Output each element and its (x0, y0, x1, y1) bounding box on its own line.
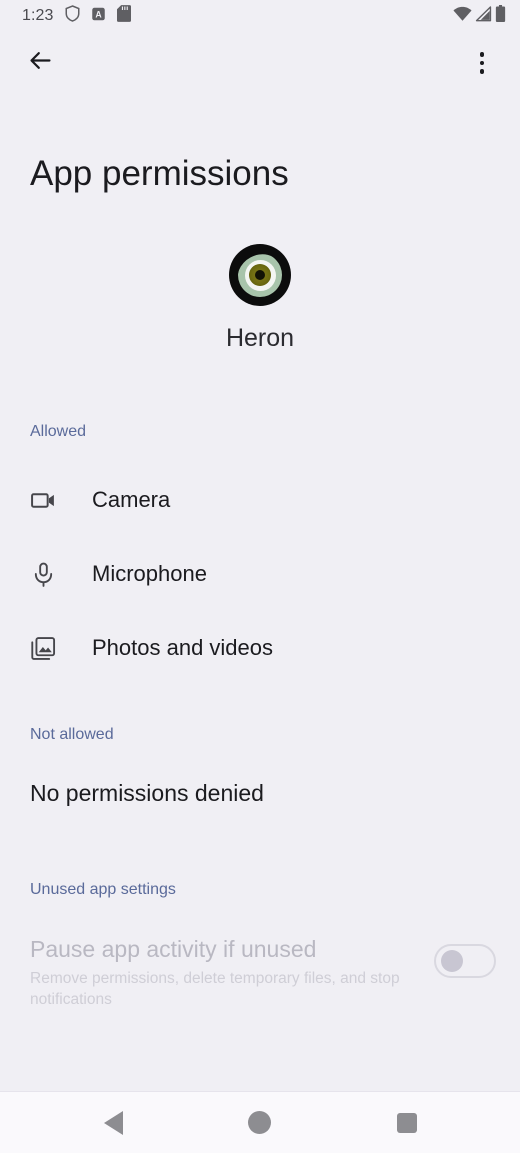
svg-text:A: A (95, 9, 102, 19)
cellular-signal-icon (475, 5, 492, 27)
phone-screen: 1:23 A App permissions Heron Allowed Cam… (0, 0, 520, 1153)
sd-card-icon (116, 5, 131, 27)
nav-back-button[interactable] (83, 1100, 143, 1146)
battery-icon (495, 5, 506, 27)
permission-label: Photos and videos (92, 635, 274, 661)
spacer-not-allowed (0, 673, 520, 726)
videocam-icon (30, 487, 60, 514)
back-button[interactable] (18, 41, 62, 85)
permission-row-microphone[interactable]: Microphone (0, 549, 520, 599)
pause-app-activity-title: Pause app activity if unused (30, 936, 317, 963)
recents-square-icon (396, 1112, 417, 1133)
permission-label: Camera (92, 487, 171, 513)
back-triangle-icon (103, 1110, 123, 1135)
app-name: Heron (225, 324, 295, 353)
section-header-not-allowed: Not allowed (30, 726, 114, 744)
overflow-menu-button[interactable] (460, 41, 504, 85)
arrow-back-icon (27, 47, 54, 79)
microphone-icon (30, 561, 60, 588)
no-permissions-denied-text: No permissions denied (30, 780, 264, 807)
spacer-unused (0, 807, 520, 881)
permission-row-camera[interactable]: Camera (0, 475, 520, 525)
wifi-icon (453, 6, 472, 27)
photo-library-icon (30, 635, 60, 662)
pause-app-activity-row: Pause app activity if unused Remove perm… (0, 936, 520, 1010)
status-bar-right (453, 5, 506, 27)
app-icon-notch (229, 244, 291, 307)
allowed-permissions-list: Camera Microphone Photos and videos (0, 475, 520, 673)
pause-app-activity-subtitle: Remove permissions, delete temporary fil… (30, 969, 400, 1008)
status-bar-left: 1:23 A (22, 5, 131, 27)
permission-label: Microphone (92, 561, 207, 587)
system-navigation-bar (0, 1091, 520, 1153)
toggle-thumb (441, 950, 463, 973)
pause-app-activity-text: Pause app activity if unused Remove perm… (30, 936, 422, 1010)
app-icon (229, 244, 291, 307)
spacer-allowed (0, 353, 520, 423)
permission-row-photos-and-videos[interactable]: Photos and videos (0, 623, 520, 673)
app-header: Heron (0, 244, 520, 353)
nav-home-button[interactable] (230, 1100, 290, 1146)
section-header-unused-app-settings: Unused app settings (30, 881, 176, 899)
page-title: App permissions (30, 154, 289, 193)
more-vert-icon (479, 52, 485, 74)
status-bar-clock: 1:23 (22, 7, 54, 24)
shield-icon (65, 5, 80, 27)
home-circle-icon (248, 1111, 272, 1134)
nav-recents-button[interactable] (377, 1100, 437, 1146)
pause-app-activity-toggle[interactable] (434, 944, 496, 979)
a-box-icon: A (91, 6, 106, 27)
app-bar (0, 32, 520, 94)
status-bar: 1:23 A (0, 0, 520, 32)
section-header-allowed: Allowed (30, 423, 87, 441)
scroll-content: App permissions Heron Allowed Camera Mic… (0, 94, 520, 1091)
